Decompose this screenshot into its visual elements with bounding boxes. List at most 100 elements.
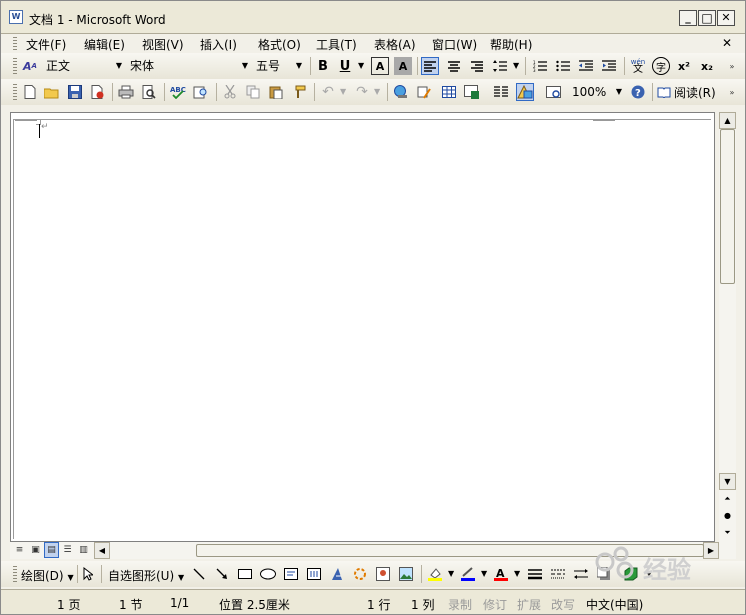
autoshapes-menu-button[interactable]: 自选图形(U) ▼ (108, 567, 184, 584)
status-extend[interactable]: 扩展 (517, 596, 541, 613)
vertical-text-box-button[interactable] (305, 565, 323, 583)
spelling-button[interactable]: ABC (169, 83, 187, 101)
tables-borders-button[interactable] (415, 83, 433, 101)
status-record[interactable]: 录制 (448, 596, 472, 613)
toolbar-options-chevron[interactable]: » (725, 57, 739, 75)
align-left-button[interactable] (421, 57, 439, 75)
underline-button[interactable]: U (336, 57, 354, 75)
menu-edit[interactable]: 编辑(E) (84, 36, 125, 53)
arrow-button[interactable] (213, 565, 231, 583)
drawing-toolbar-grip[interactable] (13, 566, 17, 582)
character-shading-button[interactable]: A (394, 57, 412, 75)
word-app-icon[interactable]: W (9, 10, 23, 24)
line-color-button[interactable] (459, 565, 477, 583)
menu-file[interactable]: 文件(F) (26, 36, 66, 53)
scroll-down-button[interactable]: ▼ (719, 473, 736, 490)
shadow-style-button[interactable] (595, 565, 613, 583)
chevron-down-icon[interactable]: ▼ (513, 61, 519, 70)
menu-format[interactable]: 格式(O) (258, 36, 301, 53)
fill-color-button[interactable] (426, 565, 444, 583)
maximize-button[interactable]: □ (698, 10, 716, 26)
insert-picture-button[interactable] (397, 565, 415, 583)
menu-tools[interactable]: 工具(T) (316, 36, 357, 53)
vertical-scroll-thumb[interactable] (720, 129, 735, 284)
decrease-indent-button[interactable] (577, 57, 595, 75)
style-combo[interactable]: 正文 ▼ (41, 56, 125, 76)
formatting-toolbar-grip[interactable] (13, 58, 17, 74)
scroll-right-button[interactable]: ▶ (703, 542, 719, 559)
insert-excel-button[interactable] (463, 83, 481, 101)
document-map-button[interactable] (545, 83, 563, 101)
font-size-combo[interactable]: 五号 ▼ (251, 56, 305, 76)
draw-menu-button[interactable]: 绘图(D) ▼ (21, 567, 74, 584)
character-border-button[interactable]: A (371, 57, 389, 75)
subscript-button[interactable]: x₂ (698, 57, 716, 75)
undo-button[interactable]: ↶ (319, 83, 337, 101)
page[interactable] (13, 119, 711, 539)
columns-button[interactable] (492, 83, 510, 101)
center-button[interactable] (445, 57, 463, 75)
toolbar-options-chevron[interactable]: ▾ (644, 565, 654, 583)
superscript-button[interactable]: x² (675, 57, 693, 75)
read-mode-button[interactable]: 阅读(R) (657, 83, 719, 101)
menu-help[interactable]: 帮助(H) (490, 36, 532, 53)
bold-button[interactable]: B (314, 57, 332, 75)
select-browse-object-button[interactable]: ● (719, 508, 736, 525)
chevron-down-icon[interactable]: ▼ (358, 61, 364, 70)
cut-button[interactable] (221, 83, 239, 101)
open-button[interactable] (43, 83, 61, 101)
scroll-left-button[interactable]: ◀ (94, 542, 110, 559)
chevron-down-icon[interactable]: ▼ (448, 569, 454, 578)
help-button[interactable]: ? (629, 83, 647, 101)
new-button[interactable] (21, 83, 39, 101)
status-overtype[interactable]: 改写 (551, 596, 575, 613)
reading-layout-view-button[interactable]: ▥ (76, 542, 91, 558)
insert-table-button[interactable] (440, 83, 458, 101)
select-objects-button[interactable] (79, 565, 97, 583)
paste-button[interactable] (267, 83, 285, 101)
redo-button[interactable]: ↷ (353, 83, 371, 101)
web-layout-view-button[interactable]: ▣ (28, 542, 43, 558)
chevron-down-icon[interactable]: ▼ (481, 569, 487, 578)
chevron-down-icon[interactable]: ▼ (514, 569, 520, 578)
align-right-button[interactable] (468, 57, 486, 75)
phonetic-guide-button[interactable]: wén 文 (629, 57, 647, 75)
chevron-down-icon[interactable]: ▼ (340, 87, 346, 96)
clip-art-button[interactable] (374, 565, 392, 583)
text-box-button[interactable] (282, 565, 300, 583)
scroll-up-button[interactable]: ▲ (719, 112, 736, 129)
drawing-toggle-button[interactable] (516, 83, 534, 101)
status-track-changes[interactable]: 修订 (483, 596, 507, 613)
status-language[interactable]: 中文(中国) (586, 596, 643, 613)
research-button[interactable] (192, 83, 210, 101)
print-preview-button[interactable] (140, 83, 158, 101)
wordart-button[interactable] (328, 565, 346, 583)
line-spacing-button[interactable] (491, 57, 509, 75)
dash-style-button[interactable] (549, 565, 567, 583)
zoom-combo[interactable]: 100% ▼ (567, 82, 625, 102)
enclose-characters-button[interactable]: 字 (652, 57, 670, 75)
normal-view-button[interactable]: ≡ (12, 542, 27, 558)
minimize-button[interactable]: _ (679, 10, 697, 26)
diagram-button[interactable] (351, 565, 369, 583)
permission-button[interactable] (89, 83, 107, 101)
menu-insert[interactable]: 插入(I) (200, 36, 237, 53)
numbering-button[interactable]: 123 (531, 57, 549, 75)
chevron-down-icon[interactable]: ▼ (374, 87, 380, 96)
insert-hyperlink-button[interactable] (392, 83, 410, 101)
menu-window[interactable]: 窗口(W) (432, 36, 477, 53)
copy-button[interactable] (244, 83, 262, 101)
toolbar-options-chevron[interactable]: » (725, 83, 739, 101)
outline-view-button[interactable]: ☰ (60, 542, 75, 558)
save-button[interactable] (66, 83, 84, 101)
next-page-button[interactable]: ⏷ (719, 525, 736, 542)
print-button[interactable] (117, 83, 135, 101)
previous-page-button[interactable]: ⏶ (719, 491, 736, 508)
arrow-style-button[interactable] (572, 565, 590, 583)
font-color-button[interactable]: A (492, 565, 510, 583)
close-button[interactable]: ✕ (717, 10, 735, 26)
format-painter-button[interactable] (290, 83, 308, 101)
line-button[interactable] (190, 565, 208, 583)
menu-table[interactable]: 表格(A) (374, 36, 416, 53)
oval-button[interactable] (259, 565, 277, 583)
